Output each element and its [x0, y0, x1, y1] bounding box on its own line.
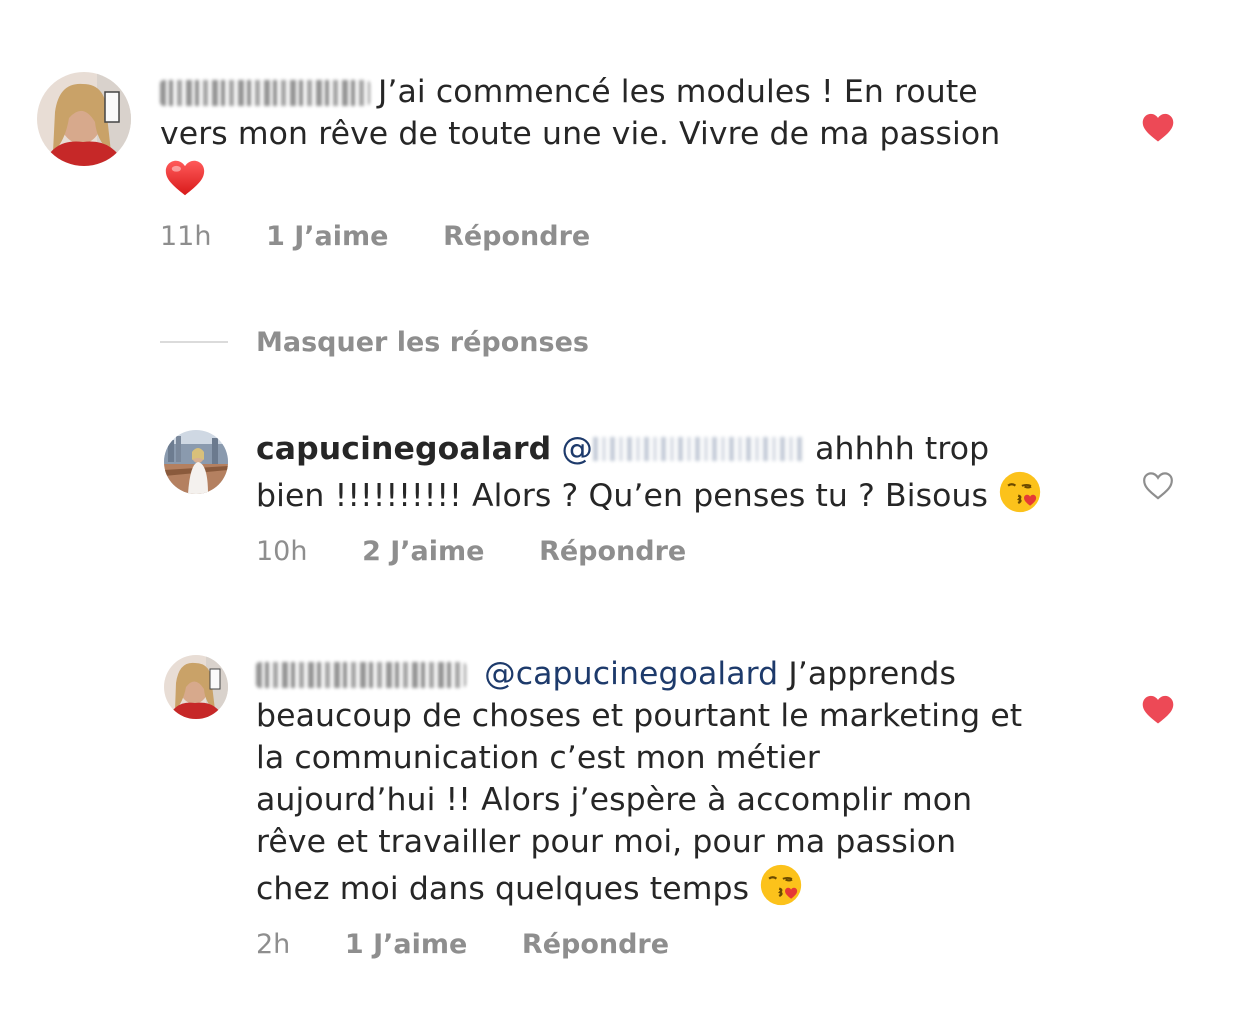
mention-at[interactable]: @: [561, 431, 593, 467]
comment-text: capucinegoalard @ ahhhh trop bien !!!!!!…: [256, 428, 1116, 517]
timestamp: 2h: [256, 929, 291, 960]
comment-body: rêve et travailler pour moi, pour ma pas…: [256, 824, 957, 860]
comment-text: J’ai commencé les modules ! En route ver…: [160, 71, 1100, 204]
comment-body: J’ai commencé les modules ! En route: [378, 74, 978, 110]
username[interactable]: capucinegoalard: [256, 431, 551, 467]
comment-body: beaucoup de choses et pourtant le market…: [256, 698, 1023, 734]
comment-meta: 2h 1 J’aime Répondre: [256, 928, 669, 962]
timestamp: 11h: [160, 221, 212, 252]
comment-text: @capucinegoalard J’apprends beaucoup de …: [256, 653, 1116, 910]
hide-replies-toggle[interactable]: Masquer les réponses: [160, 325, 589, 359]
comment-body: aujourd’hui !! Alors j’espère à accompli…: [256, 782, 973, 818]
comment-body: ahhhh trop: [815, 431, 990, 467]
comment-meta: 10h 2 J’aime Répondre: [256, 535, 686, 569]
username-redacted[interactable]: [160, 80, 370, 106]
reply-button[interactable]: Répondre: [443, 220, 590, 254]
face-blowing-kiss-emoji: [998, 470, 1042, 514]
avatar[interactable]: [37, 72, 131, 166]
divider-line: [160, 341, 228, 343]
like-heart-icon[interactable]: [1140, 693, 1176, 725]
reply-button[interactable]: Répondre: [522, 928, 669, 962]
like-heart-icon[interactable]: [1140, 111, 1176, 143]
comment-body: chez moi dans quelques temps: [256, 871, 750, 907]
comment-body: vers mon rêve de toute une vie. Vivre de…: [160, 116, 1001, 152]
likes-count[interactable]: 1 J’aime: [345, 928, 467, 962]
face-blowing-kiss-emoji: [759, 863, 803, 907]
comment-body: J’apprends: [788, 656, 956, 692]
comment-meta: 11h 1 J’aime Répondre: [160, 220, 590, 254]
likes-count[interactable]: 1 J’aime: [266, 220, 388, 254]
red-heart-emoji: [162, 155, 208, 201]
reply-button[interactable]: Répondre: [539, 535, 686, 569]
username-redacted[interactable]: [256, 662, 466, 688]
timestamp: 10h: [256, 536, 308, 567]
likes-count[interactable]: 2 J’aime: [362, 535, 484, 569]
avatar[interactable]: [164, 430, 228, 494]
mention-redacted[interactable]: [592, 437, 805, 461]
comment-body: bien !!!!!!!!!! Alors ? Qu’en penses tu …: [256, 478, 989, 514]
avatar[interactable]: [164, 655, 228, 719]
comment-body: la communication c’est mon métier: [256, 740, 820, 776]
like-heart-outline-icon[interactable]: [1140, 469, 1176, 501]
mention-link[interactable]: @capucinegoalard: [484, 656, 778, 692]
hide-replies-label[interactable]: Masquer les réponses: [256, 327, 589, 358]
